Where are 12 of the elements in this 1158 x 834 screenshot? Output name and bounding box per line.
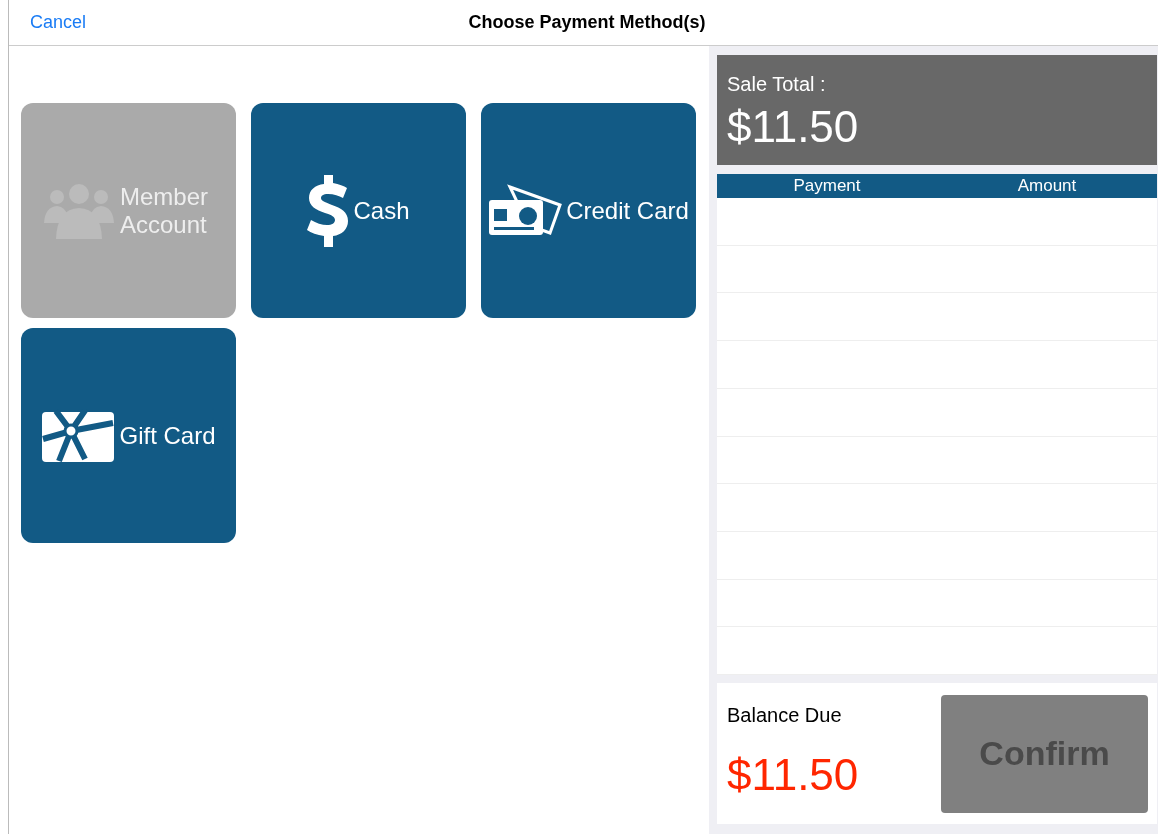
balance-due-label: Balance Due — [727, 702, 843, 728]
cancel-button[interactable]: Cancel — [30, 9, 87, 36]
dollar-sign-icon — [307, 174, 350, 247]
column-header: Payment — [792, 175, 862, 197]
sale-total-amount: $11.50 — [727, 101, 860, 153]
balance-due-amount: $11.50 — [727, 748, 859, 801]
sale-total-label: Sale Total : — [727, 72, 827, 97]
payment-method-tile[interactable]: Cash — [251, 103, 466, 318]
payment-method-tile[interactable]: Credit Card — [481, 103, 696, 318]
screen-title: Choose Payment Method(s) — [468, 11, 706, 34]
payment-method-tile[interactable]: Gift Card — [21, 328, 236, 543]
column-header: Amount — [1016, 175, 1078, 197]
